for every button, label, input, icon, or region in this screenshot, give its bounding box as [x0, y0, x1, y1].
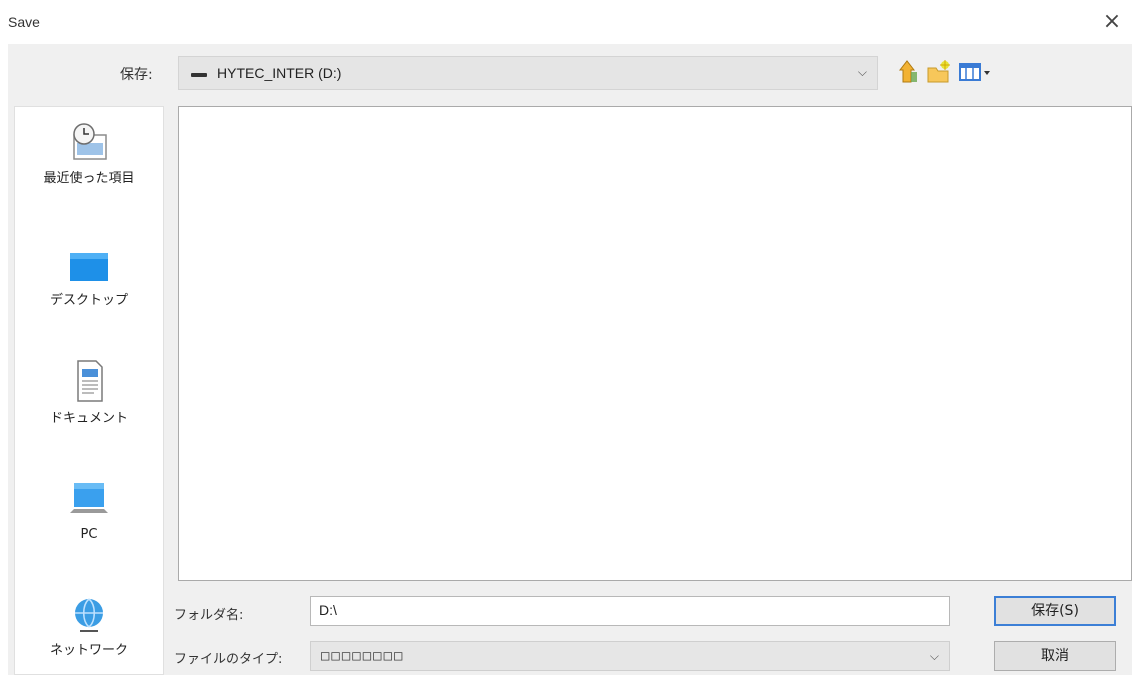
recent-items-icon — [73, 123, 107, 160]
look-in-label: 保存: — [120, 67, 153, 83]
sidebar-item-pc[interactable]: PC — [15, 477, 163, 543]
drive-icon — [191, 73, 207, 77]
new-folder-icon[interactable] — [926, 58, 952, 86]
sidebar-item-documents[interactable]: ドキュメント — [15, 357, 163, 427]
close-icon[interactable]: × — [1098, 8, 1126, 36]
sidebar-item-recent[interactable]: 最近使った項目 — [15, 121, 163, 187]
window-title: Save — [8, 14, 40, 30]
sidebar-item-desktop[interactable]: デスクトップ — [15, 247, 163, 309]
folder-name-input[interactable]: D:\ — [310, 596, 950, 626]
file-list[interactable] — [178, 106, 1132, 581]
look-in-value: HYTEC_INTER (D:) — [217, 65, 342, 81]
network-icon — [75, 598, 103, 632]
sidebar-item-label: ドキュメント — [49, 411, 128, 426]
cancel-button[interactable]: 取消 — [994, 641, 1116, 671]
up-folder-icon[interactable] — [898, 58, 920, 86]
sidebar-item-label: デスクトップ — [49, 293, 128, 308]
save-button[interactable]: 保存(S) — [994, 596, 1116, 626]
file-type-value: □□□□□□□□ — [321, 648, 405, 664]
look-in-combo[interactable]: HYTEC_INTER (D:) ⌵ — [178, 56, 878, 90]
title-bar: Save × — [0, 0, 1132, 44]
file-type-select[interactable]: □□□□□□□□ ⌵ — [310, 641, 950, 671]
pc-icon — [70, 483, 108, 513]
folder-name-label: フォルダ名: — [174, 608, 244, 623]
view-menu-icon[interactable] — [958, 58, 992, 86]
sidebar-item-label: ネットワーク — [49, 643, 128, 658]
sidebar-item-label: 最近使った項目 — [43, 171, 135, 186]
documents-icon — [77, 360, 103, 402]
sidebar-item-label: PC — [80, 527, 98, 542]
desktop-icon — [70, 253, 108, 281]
places-bar: 最近使った項目 デスクトップ ドキュメント PC ネットワーク — [14, 106, 164, 675]
chevron-down-icon: ⌵ — [929, 649, 939, 663]
save-dialog: 保存: HYTEC_INTER (D:) ⌵ 最近使った項目 デスクトップ ドキ… — [8, 44, 1132, 675]
chevron-down-icon: ⌵ — [857, 65, 867, 79]
file-type-label: ファイルのタイプ: — [174, 652, 283, 667]
sidebar-item-network[interactable]: ネットワーク — [15, 593, 163, 659]
